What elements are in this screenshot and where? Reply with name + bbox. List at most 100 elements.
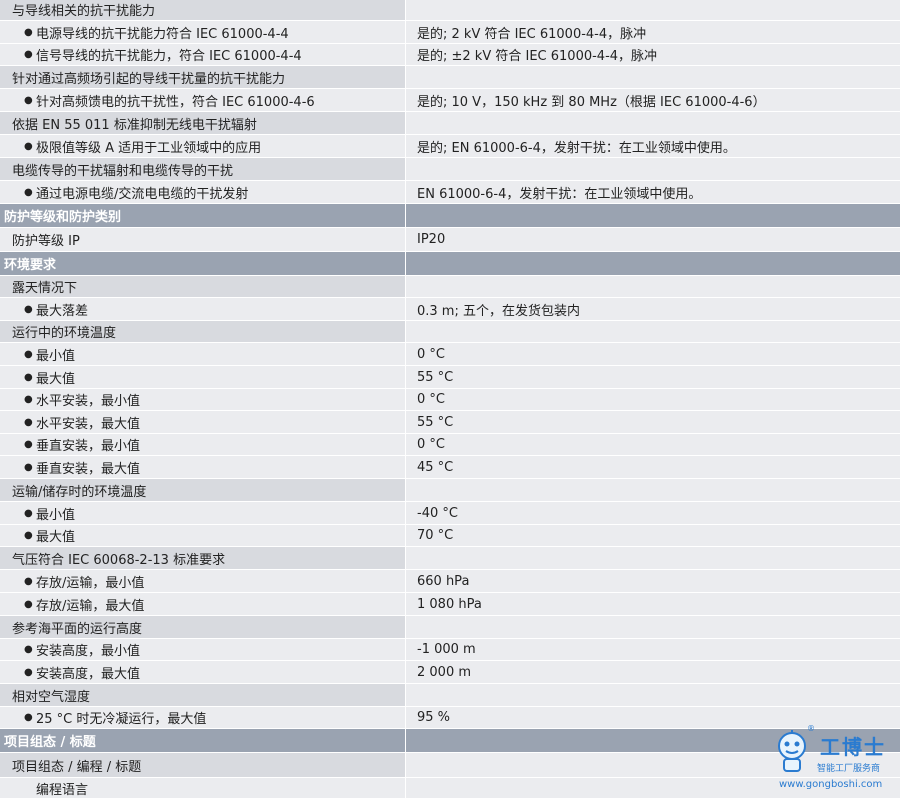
row-label-cell: ● 通过电源电缆/交流电电缆的干扰发射	[0, 181, 405, 203]
row-label-cell: 防护等级 IP	[0, 228, 405, 251]
row-label: 针对高频馈电的抗干扰性，符合 IEC 61000-4-6	[36, 94, 315, 110]
table-row: ● 最小值 -40 °C	[0, 502, 900, 525]
row-value-cell: 0 °C	[405, 434, 900, 455]
row-label: 与导线相关的抗干扰能力	[12, 3, 156, 19]
row-label-cell: ● 存放/运输，最大值	[0, 593, 405, 615]
row-label: 气压符合 IEC 60068-2-13 标准要求	[12, 552, 226, 568]
row-label: 项目组态 / 标题	[4, 735, 96, 750]
table-row: ● 极限值等级 A 适用于工业领域中的应用 是的; EN 61000-6-4，发射干…	[0, 135, 900, 158]
row-value-cell	[405, 204, 900, 227]
row-value-cell: 1 080 hPa	[405, 593, 900, 615]
row-value-cell	[405, 547, 900, 569]
row-label: 水平安装，最大值	[36, 416, 141, 432]
table-row: 防护等级 IP IP20	[0, 228, 900, 252]
row-label-cell: ● 25 °C 时无冷凝运行，最大值	[0, 707, 405, 728]
row-label: 信号导线的抗干扰能力，符合 IEC 61000-4-4	[36, 49, 302, 64]
row-value-cell	[405, 684, 900, 706]
row-label-cell: 编程语言	[0, 778, 405, 798]
row-label: 运输/储存时的环境温度	[12, 484, 147, 500]
robot-mascot-icon	[778, 730, 806, 772]
bullet-icon: ●	[24, 461, 33, 473]
row-value-cell: 70 °C	[405, 525, 900, 546]
row-label-cell: ● 垂直安装，最大值	[0, 456, 405, 478]
row-label: 25 °C 时无冷凝运行，最大值	[36, 712, 207, 727]
bullet-icon: ●	[24, 712, 33, 723]
row-value: 0.3 m; 五个，在发货包装内	[417, 303, 580, 319]
bullet-icon: ●	[24, 439, 33, 450]
row-value-cell: 2 000 m	[405, 661, 900, 683]
row-label: 安装高度，最大值	[36, 666, 141, 682]
bullet-icon: ●	[24, 530, 33, 541]
bullet-icon: ●	[24, 598, 33, 610]
row-value: 95 %	[417, 710, 451, 725]
row-label: 针对通过高频场引起的导线干扰量的抗干扰能力	[12, 71, 286, 87]
row-label-cell: 露天情况下	[0, 276, 405, 297]
row-value-cell	[405, 66, 900, 88]
row-value: 55 °C	[417, 414, 454, 430]
row-label: 编程语言	[36, 782, 89, 798]
bullet-icon: ●	[24, 666, 33, 678]
bullet-icon: ●	[24, 140, 33, 152]
bullet-icon: ●	[24, 94, 33, 106]
row-label-cell: 电缆传导的干扰辐射和电缆传导的干扰	[0, 158, 405, 180]
row-label: 项目组态 / 编程 / 标题	[12, 759, 142, 775]
row-label-cell: ● 水平安装，最大值	[0, 411, 405, 433]
row-value-cell: 45 °C	[405, 456, 900, 478]
row-label: 水平安装，最小值	[36, 394, 141, 409]
section-header: 防护等级和防护类别	[0, 204, 900, 228]
row-value: 是的; EN 61000-6-4，发射干扰：在工业领域中使用。	[417, 140, 736, 156]
row-value-cell: 是的; ±2 kV 符合 IEC 61000-4-4，脉冲	[405, 44, 900, 65]
group-header: 运行中的环境温度	[0, 321, 900, 343]
bullet-icon: ●	[24, 303, 33, 315]
row-value-cell	[405, 252, 900, 275]
gongboshi-watermark: ® 工博士 智能工厂服务商 www.gongboshi.com	[765, 724, 890, 792]
row-label: 垂直安装，最小值	[36, 439, 141, 454]
row-label: 电缆传导的干扰辐射和电缆传导的干扰	[12, 163, 234, 179]
row-label-cell: ● 存放/运输，最小值	[0, 570, 405, 592]
row-value: 1 080 hPa	[417, 596, 482, 612]
table-row: ● 针对高频馈电的抗干扰性，符合 IEC 61000-4-6 是的; 10 V，15…	[0, 89, 900, 112]
row-value-cell	[405, 276, 900, 297]
watermark-url: www.gongboshi.com	[779, 779, 883, 790]
row-label-cell: 环境要求	[0, 252, 405, 275]
row-label-cell: 运输/储存时的环境温度	[0, 479, 405, 501]
group-header: 电缆传导的干扰辐射和电缆传导的干扰	[0, 158, 900, 181]
table-row: ● 水平安装，最大值 55 °C	[0, 411, 900, 434]
row-label-cell: 项目组态 / 标题	[0, 729, 405, 752]
row-label-cell: ● 最大落差	[0, 298, 405, 320]
table-row: ● 安装高度，最大值 2 000 m	[0, 661, 900, 684]
row-label: 电源导线的抗干扰能力符合 IEC 61000-4-4	[36, 26, 289, 42]
row-value-cell: 95 %	[405, 707, 900, 728]
row-label-cell: ● 极限值等级 A 适用于工业领域中的应用	[0, 135, 405, 157]
row-value: 是的; ±2 kV 符合 IEC 61000-4-4，脉冲	[417, 49, 658, 64]
row-label: 最大落差	[36, 303, 89, 319]
group-header: 运输/储存时的环境温度	[0, 479, 900, 502]
row-label-cell: 参考海平面的运行高度	[0, 616, 405, 638]
row-value-cell: IP20	[405, 228, 900, 251]
spec-table: 与导线相关的抗干扰能力 ● 电源导线的抗干扰能力符合 IEC 61000-4-4 是的…	[0, 0, 900, 799]
row-value: 70 °C	[417, 528, 454, 543]
table-row: ● 最大值 70 °C	[0, 525, 900, 547]
row-label-cell: ● 安装高度，最小值	[0, 639, 405, 660]
row-value-cell	[405, 0, 900, 20]
watermark-brand-name: 工博士	[820, 735, 886, 759]
row-value-cell: -40 °C	[405, 502, 900, 524]
row-label-cell: ● 最大值	[0, 366, 405, 388]
row-label: 露天情况下	[12, 281, 78, 296]
group-header: 依据 EN 55 011 标准抑制无线电干扰辐射	[0, 112, 900, 135]
row-value-cell: 55 °C	[405, 366, 900, 388]
row-label-cell: ● 最小值	[0, 502, 405, 524]
table-row: ● 垂直安装，最小值 0 °C	[0, 434, 900, 456]
row-value: 2 000 m	[417, 664, 472, 680]
row-label-cell: 针对通过高频场引起的导线干扰量的抗干扰能力	[0, 66, 405, 88]
row-value-cell: 是的; 2 kV 符合 IEC 61000-4-4，脉冲	[405, 21, 900, 43]
table-row: ● 最大值 55 °C	[0, 366, 900, 389]
row-label-cell: 项目组态 / 编程 / 标题	[0, 753, 405, 777]
bullet-icon: ●	[24, 186, 33, 198]
row-value: EN 61000-6-4，发射干扰：在工业领域中使用。	[417, 186, 702, 202]
row-label-cell: 相对空气湿度	[0, 684, 405, 706]
row-value-cell: 是的; 10 V，150 kHz 到 80 MHz（根据 IEC 61000-4…	[405, 89, 900, 111]
row-label-cell: ● 水平安装，最小值	[0, 389, 405, 410]
row-value: 45 °C	[417, 459, 454, 475]
row-value: 0 °C	[417, 346, 445, 362]
